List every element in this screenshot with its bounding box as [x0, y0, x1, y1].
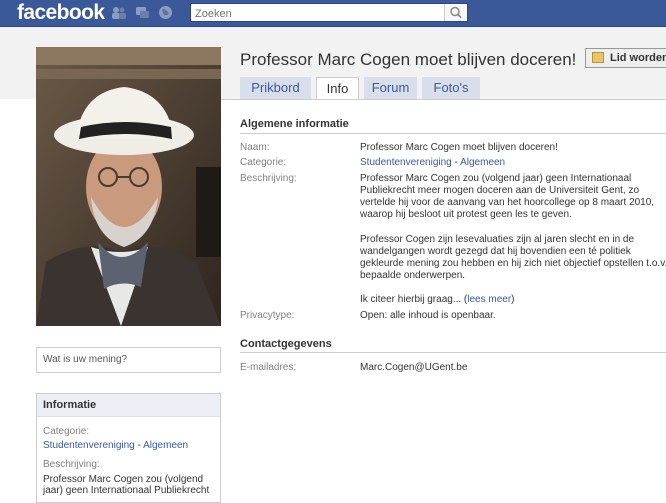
contact-divider	[240, 352, 666, 353]
description-line: bepaalde onderwerpen.	[360, 270, 466, 281]
tab-info[interactable]: Info	[316, 77, 359, 100]
name-value: Professor Marc Cogen moet blijven docere…	[360, 142, 558, 153]
description-label: Beschrijving:	[240, 173, 297, 184]
profile-photo-image	[36, 47, 221, 326]
top-navigation-bar: facebook	[0, 0, 666, 27]
facebook-logo[interactable]: facebook	[17, 0, 105, 26]
sidebar-description-line: jaar) geen Internationaal Publiekrecht	[43, 485, 210, 496]
description-line: waarop hij besloot uit protest geen les …	[360, 209, 572, 220]
sidebar-category-link-studentenvereniging[interactable]: Studentenvereniging	[43, 440, 135, 451]
email-label: E-mailadres:	[240, 362, 297, 373]
search-input[interactable]	[191, 5, 445, 23]
globe-icon[interactable]	[158, 5, 173, 20]
description-line: Publiekrecht meer mogen doceren aan de U…	[360, 185, 640, 196]
category-separator: -	[451, 157, 461, 168]
description-line: vertelde hij voor de aanvang van het hoo…	[360, 197, 655, 208]
sidebar-description-value: Professor Marc Cogen zou (volgend jaar) …	[43, 474, 218, 496]
privacy-value: Open: alle inhoud is openbaar.	[360, 310, 496, 321]
description-paragraph-3: Ik citeer hierbij graag... (lees meer)	[360, 294, 666, 306]
description-line: gekleurde mening zou hebben en hij zich …	[360, 258, 666, 269]
sidebar-category-link-algemeen[interactable]: Algemeen	[143, 440, 188, 451]
sidebar-info-panel: Informatie Categorie: Studentenverenigin…	[36, 393, 221, 503]
contact-heading: Contactgegevens	[240, 338, 332, 350]
read-more-link[interactable]: lees meer	[467, 294, 511, 305]
search-button[interactable]	[444, 4, 467, 21]
sidebar-category-separator: -	[134, 440, 144, 451]
category-link-studentenvereniging[interactable]: Studentenvereniging	[360, 157, 452, 168]
friends-icon[interactable]	[111, 5, 126, 20]
sidebar-description-label: Beschrijving:	[43, 459, 100, 470]
sidebar-info-heading: Informatie	[37, 394, 220, 417]
search-box[interactable]	[190, 3, 468, 23]
email-value[interactable]: Marc.Cogen@UGent.be	[360, 362, 666, 374]
tab-fotos[interactable]: Foto's	[422, 77, 480, 99]
description-paragraph-1: Professor Marc Cogen zou (volgend jaar) …	[360, 173, 666, 221]
profile-photo[interactable]	[36, 47, 221, 326]
join-button-label: Lid worden	[610, 52, 666, 64]
privacy-label: Privacytype:	[240, 310, 295, 321]
description-line: wandelgangen wordt gezegd dat hij bovend…	[360, 246, 631, 257]
tab-prikbord[interactable]: Prikbord	[240, 77, 311, 99]
description-line: Professor Marc Cogen zou (volgend jaar) …	[360, 173, 632, 184]
name-label: Naam:	[240, 142, 270, 153]
category-label: Categorie:	[240, 157, 287, 168]
general-info-divider	[240, 133, 666, 134]
sidebar-category-label: Categorie:	[43, 426, 90, 437]
page-title: Professor Marc Cogen moet blijven docere…	[240, 50, 577, 69]
category-link-algemeen[interactable]: Algemeen	[460, 157, 505, 168]
description-quote-end: )	[511, 294, 515, 305]
join-button[interactable]: Lid worden	[585, 48, 666, 68]
category-value: Studentenvereniging - Algemeen	[360, 157, 666, 169]
like-page-icon	[592, 52, 604, 63]
opinion-input[interactable]: Wat is uw mening?	[36, 347, 221, 373]
messages-icon[interactable]	[135, 5, 150, 20]
tab-forum[interactable]: Forum	[364, 77, 417, 99]
search-icon	[450, 6, 462, 19]
sidebar-category-value: Studentenvereniging - Algemeen	[43, 440, 218, 451]
general-info-heading: Algemene informatie	[240, 118, 349, 130]
tab-divider	[221, 99, 666, 100]
sidebar-description-line: Professor Marc Cogen zou (volgend	[43, 474, 204, 485]
description-line: Professor Cogen zijn lesevaluaties zijn …	[360, 234, 635, 245]
description-quote-text: Ik citeer hierbij graag... (	[360, 294, 468, 305]
description-paragraph-2: Professor Cogen zijn lesevaluaties zijn …	[360, 234, 666, 282]
